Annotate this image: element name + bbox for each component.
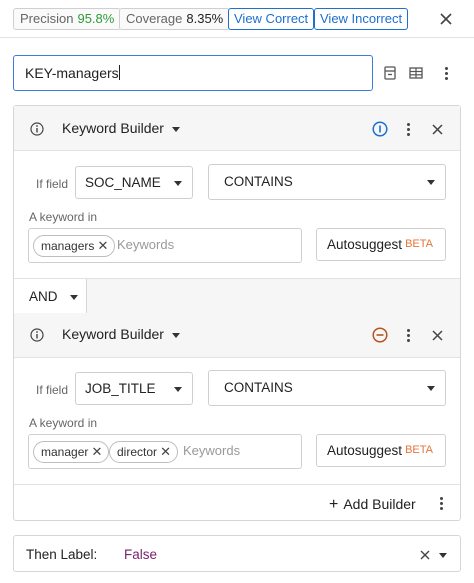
keyword-in-label: A keyword in: [29, 416, 98, 430]
keyword-chip-label: manager: [41, 445, 89, 459]
field-value: SOC_NAME: [85, 175, 161, 190]
keywords-placeholder: Keywords: [117, 237, 175, 252]
remove-circle-icon[interactable]: [371, 326, 389, 344]
keyword-chip: manager ✕: [33, 441, 110, 463]
builder-1-header: Keyword Builder: [14, 106, 460, 151]
builder-2-header: Keyword Builder: [14, 313, 460, 358]
more-vert-icon[interactable]: [437, 63, 455, 83]
keyword-chip-label: managers: [41, 239, 95, 253]
coverage-badge: Coverage 8.35%: [119, 8, 231, 30]
combinator-select[interactable]: AND: [14, 279, 87, 314]
beta-badge: BETA: [405, 444, 433, 456]
keyword-chip: managers ✕: [33, 235, 116, 257]
builder-type-select[interactable]: Keyword Builder: [62, 120, 180, 136]
builder-group: Keyword Builder If field SOC_NAME CONTAI…: [13, 105, 461, 521]
rule-name-value: KEY-managers: [25, 65, 119, 81]
builder-footer: + Add Builder: [14, 484, 460, 521]
builder-type-select[interactable]: Keyword Builder: [62, 326, 180, 342]
view-incorrect-button[interactable]: View Incorrect: [314, 8, 409, 30]
then-label: Then Label:: [26, 547, 98, 562]
keywords-placeholder: Keywords: [183, 443, 241, 458]
info-icon[interactable]: [29, 121, 45, 137]
field-select[interactable]: JOB_TITLE: [75, 372, 193, 405]
info-icon[interactable]: [29, 327, 45, 343]
then-label-value[interactable]: False: [124, 547, 157, 562]
clear-icon[interactable]: [418, 548, 432, 562]
combinator-row: AND: [14, 278, 460, 314]
close-icon[interactable]: ✕: [160, 442, 171, 462]
close-icon[interactable]: [429, 121, 445, 137]
then-label-row: Then Label: False: [13, 535, 461, 572]
close-icon[interactable]: ✕: [97, 236, 108, 256]
more-vert-icon[interactable]: [433, 493, 449, 513]
precision-value: 95.8%: [77, 11, 115, 26]
view-correct-button[interactable]: View Correct: [228, 8, 315, 30]
precision-label: Precision: [20, 11, 74, 26]
chevron-down-icon: [174, 386, 182, 392]
coverage-value: 8.35%: [186, 11, 224, 26]
operator-value: CONTAINS: [224, 380, 293, 395]
chevron-down-icon: [427, 386, 435, 391]
builder-type-label: Keyword Builder: [62, 326, 164, 342]
more-vert-icon[interactable]: [400, 119, 416, 139]
metrics-toolbar: Precision 95.8% Coverage 8.35% View Correc…: [0, 0, 474, 38]
bookmark-icon[interactable]: [381, 64, 399, 82]
keywords-input[interactable]: managers ✕ Keywords: [28, 228, 302, 263]
operator-value: CONTAINS: [224, 174, 293, 189]
autosuggest-button[interactable]: Autosuggest BETA: [316, 228, 446, 261]
keyword-chip-label: director: [117, 445, 158, 459]
table-icon[interactable]: [406, 64, 426, 82]
chevron-down-icon[interactable]: [436, 548, 450, 562]
autosuggest-label: Autosuggest: [327, 443, 403, 458]
precision-badge: Precision 95.8%: [13, 8, 122, 30]
keyword-in-label: A keyword in: [29, 210, 98, 224]
if-field-label: If field: [36, 383, 69, 397]
more-vert-icon[interactable]: [400, 325, 416, 345]
chevron-down-icon: [171, 332, 180, 338]
chevron-down-icon: [427, 180, 435, 185]
plus-icon: +: [329, 496, 339, 513]
coverage-label: Coverage: [126, 11, 183, 26]
field-value: JOB_TITLE: [85, 381, 156, 396]
add-builder-label: Add Builder: [343, 496, 416, 512]
if-field-label: If field: [36, 177, 69, 191]
info-circle-icon[interactable]: [371, 120, 389, 138]
field-select[interactable]: SOC_NAME: [75, 166, 193, 199]
chevron-down-icon: [174, 180, 182, 186]
keyword-chip: director ✕: [109, 441, 179, 463]
autosuggest-label: Autosuggest: [327, 237, 403, 252]
combinator-value: AND: [29, 289, 58, 304]
keywords-input[interactable]: manager ✕ director ✕ Keywords: [28, 434, 302, 469]
add-builder-button[interactable]: + Add Builder: [329, 496, 416, 514]
close-icon[interactable]: [436, 9, 456, 29]
chevron-down-icon: [69, 294, 78, 300]
operator-select[interactable]: CONTAINS: [208, 370, 446, 406]
builder-type-label: Keyword Builder: [62, 120, 164, 136]
chevron-down-icon: [171, 126, 180, 132]
close-icon[interactable]: [429, 327, 445, 343]
operator-select[interactable]: CONTAINS: [208, 164, 446, 200]
rule-name-input[interactable]: KEY-managers: [13, 55, 373, 91]
close-icon[interactable]: ✕: [91, 442, 102, 462]
beta-badge: BETA: [405, 238, 433, 250]
text-cursor: [118, 65, 120, 80]
autosuggest-button[interactable]: Autosuggest BETA: [316, 434, 446, 467]
